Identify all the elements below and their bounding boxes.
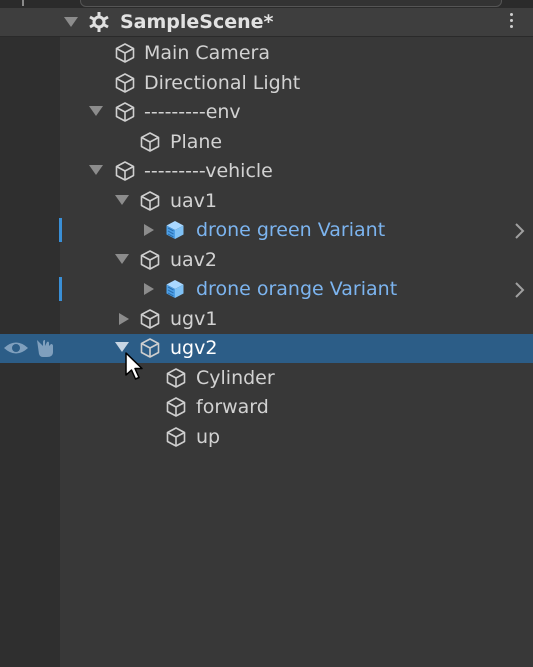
- hierarchy-item-drone-orange-variant[interactable]: drone orange Variant: [0, 275, 533, 304]
- visibility-eye-icon[interactable]: [3, 338, 29, 358]
- gameobject-cube-icon: [165, 396, 187, 418]
- gameobject-cube-icon: [114, 42, 136, 64]
- override-marker: [59, 218, 62, 242]
- chevron-right-icon[interactable]: [514, 281, 526, 299]
- unity-scene-icon: [89, 12, 109, 32]
- hierarchy-item-forward[interactable]: forward: [0, 393, 533, 422]
- prefab-cube-icon: [164, 278, 186, 300]
- gameobject-cube-icon: [139, 249, 161, 271]
- collapse-arrow-icon[interactable]: [119, 313, 129, 325]
- hierarchy-item-label: ugv2: [170, 337, 218, 359]
- hierarchy-item-label: up: [196, 426, 221, 448]
- more-options-icon[interactable]: [506, 13, 516, 33]
- hierarchy-item-label: Cylinder: [196, 367, 275, 389]
- hierarchy-item-cylinder[interactable]: Cylinder: [0, 364, 533, 393]
- hierarchy-item-label: drone orange Variant: [196, 278, 398, 300]
- hierarchy-item-directional-light[interactable]: Directional Light: [0, 69, 533, 98]
- hierarchy-item-env[interactable]: ---------env: [0, 98, 533, 127]
- expand-arrow-icon[interactable]: [115, 195, 129, 205]
- hierarchy-item-up[interactable]: up: [0, 423, 533, 452]
- search-field-edge[interactable]: [80, 0, 502, 7]
- hierarchy-item-label: drone green Variant: [196, 219, 386, 241]
- gameobject-cube-icon: [165, 367, 187, 389]
- hierarchy-item-label: ugv1: [170, 308, 218, 330]
- hierarchy-item-label: Plane: [170, 131, 223, 153]
- scene-expand-arrow-icon[interactable]: [64, 17, 78, 27]
- hierarchy-item-ugv1[interactable]: ugv1: [0, 305, 533, 334]
- gameobject-cube-icon: [114, 101, 136, 123]
- override-marker: [59, 277, 62, 301]
- top-toolbar-strip: [0, 0, 533, 8]
- hierarchy-item-ugv2[interactable]: ugv2: [0, 334, 533, 363]
- hierarchy-item-uav1[interactable]: uav1: [0, 187, 533, 216]
- hierarchy-item-label: ---------env: [144, 101, 241, 123]
- hierarchy-item-label: Main Camera: [144, 42, 270, 64]
- mouse-cursor-icon: [125, 352, 143, 380]
- hierarchy-item-label: ---------vehicle: [144, 160, 273, 182]
- hierarchy-item-uav2[interactable]: uav2: [0, 246, 533, 275]
- gameobject-cube-icon: [139, 131, 161, 153]
- gameobject-cube-icon: [165, 426, 187, 448]
- pickable-hand-icon[interactable]: [34, 337, 58, 359]
- hierarchy-item-label: Directional Light: [144, 72, 301, 94]
- hierarchy-item-label: forward: [196, 396, 269, 418]
- chevron-right-icon[interactable]: [514, 222, 526, 240]
- expand-arrow-icon[interactable]: [89, 106, 103, 116]
- hierarchy-item-label: uav1: [170, 190, 218, 212]
- hierarchy-item-plane[interactable]: Plane: [0, 128, 533, 157]
- expand-arrow-icon[interactable]: [89, 165, 103, 175]
- collapse-arrow-icon[interactable]: [144, 283, 154, 295]
- hierarchy-item-drone-green-variant[interactable]: drone green Variant: [0, 216, 533, 245]
- expand-arrow-icon[interactable]: [115, 254, 129, 264]
- collapse-arrow-icon[interactable]: [144, 224, 154, 236]
- gameobject-cube-icon: [139, 190, 161, 212]
- hierarchy-item-label: uav2: [170, 249, 218, 271]
- hierarchy-item-main-camera[interactable]: Main Camera: [0, 39, 533, 68]
- scene-title: SampleScene*: [120, 11, 274, 33]
- scene-header-row[interactable]: SampleScene*: [0, 8, 533, 37]
- hierarchy-item-vehicle[interactable]: ---------vehicle: [0, 157, 533, 186]
- toolbar-tick: [22, 0, 24, 6]
- prefab-cube-icon: [164, 219, 186, 241]
- gameobject-cube-icon: [114, 72, 136, 94]
- gameobject-cube-icon: [139, 308, 161, 330]
- gameobject-cube-icon: [114, 160, 136, 182]
